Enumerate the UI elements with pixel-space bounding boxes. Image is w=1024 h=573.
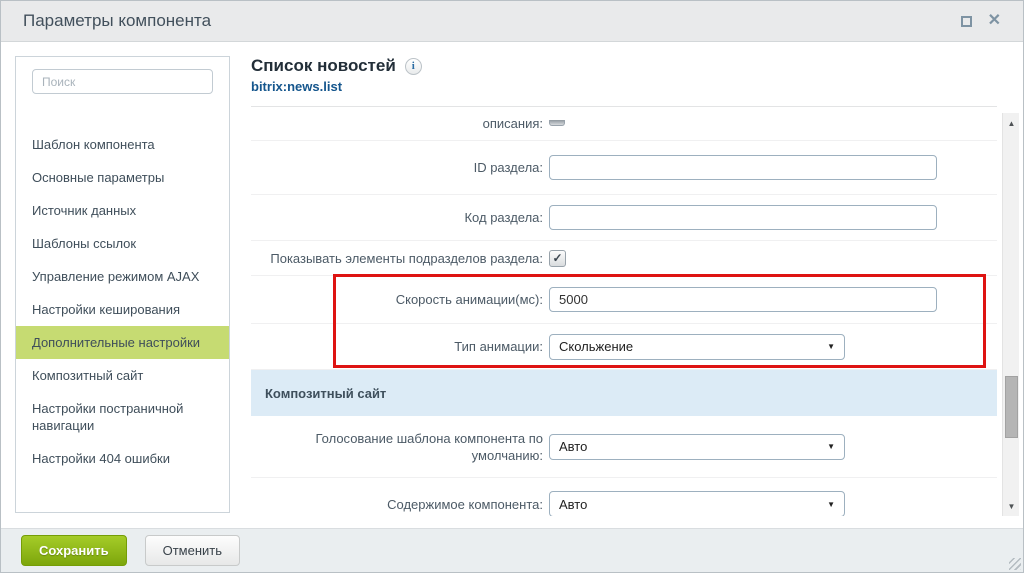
chevron-down-icon: ▼ <box>827 342 835 351</box>
chevron-down-icon: ▼ <box>827 442 835 451</box>
sidebar-menu: Шаблон компонента Основные параметры Ист… <box>16 128 229 475</box>
row-control <box>549 155 937 180</box>
component-parameters-dialog: Параметры компонента ✕ Шаблон компонента… <box>0 0 1024 573</box>
component-content-select[interactable]: Авто ▼ <box>549 491 845 516</box>
dialog-titlebar: Параметры компонента ✕ <box>1 1 1023 42</box>
sidebar-item-additional-settings[interactable]: Дополнительные настройки <box>16 326 229 359</box>
component-name-link[interactable]: bitrix:news.list <box>251 79 997 94</box>
info-icon[interactable]: i <box>404 57 422 75</box>
maximize-glyph <box>960 15 972 27</box>
cancel-button[interactable]: Отменить <box>144 535 241 566</box>
sidebar-item-data-source[interactable]: Источник данных <box>16 194 229 227</box>
animation-type-select[interactable]: Скольжение ▼ <box>549 333 845 360</box>
field-label: Код раздела: <box>464 210 543 225</box>
sidebar-search-wrap <box>16 57 229 94</box>
sidebar-item-404-settings[interactable]: Настройки 404 ошибки <box>16 442 229 475</box>
select-value: Авто <box>559 439 588 454</box>
form-row-animation-type: Тип анимации: Скольжение ▼ <box>251 324 997 370</box>
show-subsections-checkbox[interactable]: ✓ <box>549 249 566 267</box>
row-control: Авто ▼ <box>549 433 845 460</box>
sidebar-item-cache-settings[interactable]: Настройки кеширования <box>16 293 229 326</box>
dialog-footer: Сохранить Отменить <box>1 528 1023 572</box>
row-control <box>549 287 937 312</box>
field-label: Показывать элементы подразделов раздела: <box>270 250 543 266</box>
sidebar-item-main-parameters[interactable]: Основные параметры <box>16 161 229 194</box>
animation-speed-input[interactable] <box>549 287 937 312</box>
descriptions-checkbox-partial[interactable] <box>549 119 565 126</box>
window-controls: ✕ <box>960 13 1001 29</box>
section-title: Композитный сайт <box>265 385 387 401</box>
field-label: Голосование шаблона компонента по умолча… <box>315 430 543 463</box>
field-label: Скорость анимации(мс): <box>395 292 543 307</box>
sidebar-item-ajax-mode[interactable]: Управление режимом AJAX <box>16 260 229 293</box>
parameters-form: описания: ID раздела: Код раздела: Показ… <box>251 107 997 516</box>
save-button[interactable]: Сохранить <box>21 535 127 566</box>
dialog-title: Параметры компонента <box>23 11 212 30</box>
form-row-descriptions: описания: <box>251 107 997 141</box>
close-icon[interactable]: ✕ <box>988 13 1001 29</box>
form-row-section-id: ID раздела: <box>251 141 997 195</box>
scroll-down-icon[interactable]: ▼ <box>1003 498 1020 514</box>
select-value: Авто <box>559 496 588 512</box>
search-input[interactable] <box>32 69 213 94</box>
scroll-up-icon[interactable]: ▲ <box>1003 115 1020 131</box>
content-header: Список новостей i <box>251 56 997 76</box>
section-code-input[interactable] <box>549 205 937 230</box>
content-panel: Список новостей i bitrix:news.list описа… <box>251 56 997 516</box>
form-row-show-subsections: Показывать элементы подразделов раздела:… <box>251 241 997 276</box>
form-row-template-voting: Голосование шаблона компонента по умолча… <box>251 416 997 478</box>
field-label: ID раздела: <box>473 160 543 175</box>
field-label: Тип анимации: <box>454 339 543 354</box>
sidebar-item-component-template[interactable]: Шаблон компонента <box>16 128 229 161</box>
form-row-animation-speed: Скорость анимации(мс): <box>251 276 997 324</box>
scrollbar-thumb[interactable] <box>1005 376 1018 438</box>
settings-sidebar: Шаблон компонента Основные параметры Ист… <box>15 56 230 513</box>
row-control: ✓ <box>549 249 566 267</box>
form-row-component-content: Содержимое компонента: Авто ▼ <box>251 478 997 516</box>
maximize-icon[interactable] <box>960 15 972 27</box>
chevron-down-icon: ▼ <box>827 499 835 509</box>
page-title: Список новостей <box>251 56 396 75</box>
row-control: Авто ▼ <box>549 491 845 516</box>
row-control: Скольжение ▼ <box>549 333 845 360</box>
field-label: Содержимое компонента: <box>387 496 543 512</box>
sidebar-item-link-templates[interactable]: Шаблоны ссылок <box>16 227 229 260</box>
sidebar-item-pagination-settings[interactable]: Настройки постраничной навигации <box>16 392 229 442</box>
vertical-scrollbar[interactable]: ▲ ▼ <box>1002 113 1019 516</box>
select-value: Скольжение <box>559 339 634 354</box>
field-label: описания: <box>482 116 543 131</box>
resize-grip[interactable] <box>1009 558 1021 570</box>
sidebar-item-composite-site[interactable]: Композитный сайт <box>16 359 229 392</box>
row-control <box>549 119 565 126</box>
row-control <box>549 205 937 230</box>
template-voting-select[interactable]: Авто ▼ <box>549 433 845 460</box>
section-id-input[interactable] <box>549 155 937 180</box>
section-header-composite-site: Композитный сайт <box>251 370 997 416</box>
form-row-section-code: Код раздела: <box>251 195 997 241</box>
